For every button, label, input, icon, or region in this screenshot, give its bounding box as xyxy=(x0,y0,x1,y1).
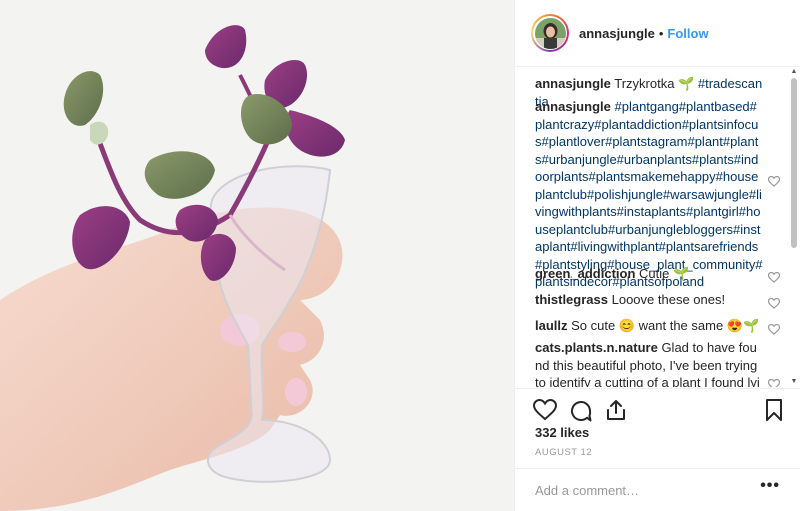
comment-text: Cutie 🌱 xyxy=(639,266,690,281)
comment-hashtags[interactable]: #plantgang#plantbased#plantcrazy#plantad… xyxy=(535,99,763,289)
more-options-icon[interactable]: ••• xyxy=(760,477,780,495)
comment-like-icon[interactable] xyxy=(767,377,781,387)
separator-dot: • xyxy=(658,25,664,41)
scroll-up-arrow[interactable]: ▲ xyxy=(790,68,798,76)
comment-username[interactable]: annasjungle xyxy=(535,76,611,91)
post-sidebar: annasjungle • Follow annasjungle Trzykro… xyxy=(514,0,800,511)
comment-input[interactable]: Add a comment… xyxy=(535,483,639,498)
comment-text: Looove these ones! xyxy=(611,292,726,307)
comment-text: Trzykrotka 🌱 xyxy=(614,76,695,91)
avatar-image xyxy=(534,17,566,49)
bookmark-icon[interactable] xyxy=(765,399,783,426)
post-date[interactable]: AUGUST 12 xyxy=(535,447,592,458)
comment-like-icon[interactable] xyxy=(767,174,781,187)
heart-icon[interactable] xyxy=(532,398,558,426)
comment-row: cats.plants.n.nature Glad to have found … xyxy=(515,339,800,387)
avatar[interactable] xyxy=(531,14,569,52)
comment-icon[interactable] xyxy=(569,399,593,428)
plant-in-glass-image xyxy=(0,25,345,511)
comment-row: green_addiction Cutie 🌱 xyxy=(515,265,800,283)
comment-username[interactable]: annasjungle xyxy=(535,99,611,114)
like-count[interactable]: 332 likes xyxy=(535,425,589,440)
comments-scrollbar[interactable]: ▲ ▼ xyxy=(790,68,798,386)
comment-like-icon[interactable] xyxy=(767,296,781,309)
avatar-frame xyxy=(533,16,567,50)
comment-row: laullz So cute 😊 want the same 😍🌱 xyxy=(515,317,800,335)
header-username[interactable]: annasjungle xyxy=(579,26,655,41)
add-comment-bar: Add a comment… ••• xyxy=(515,468,800,511)
comment-row: thistlegrass Looove these ones! xyxy=(515,291,800,309)
post-header: annasjungle • Follow xyxy=(515,0,800,67)
scroll-thumb[interactable] xyxy=(791,78,797,248)
comment-username[interactable]: laullz xyxy=(535,318,568,333)
scroll-down-arrow[interactable]: ▼ xyxy=(790,378,798,386)
comment-username[interactable]: green_addiction xyxy=(535,266,635,281)
comment-row: annasjungle #plantgang#plantbased#plantc… xyxy=(515,98,800,291)
instagram-post: annasjungle • Follow annasjungle Trzykro… xyxy=(0,0,800,511)
comment-text: So cute 😊 want the same 😍🌱 xyxy=(571,318,760,333)
comment-username[interactable]: thistlegrass xyxy=(535,292,608,307)
comment-username[interactable]: cats.plants.n.nature xyxy=(535,340,658,355)
comments-list[interactable]: annasjungle Trzykrotka 🌱 #tradescantia an… xyxy=(515,67,800,387)
share-icon[interactable] xyxy=(605,399,627,426)
post-photo[interactable] xyxy=(0,0,514,511)
comment-like-icon[interactable] xyxy=(767,270,781,283)
comment-like-icon[interactable] xyxy=(767,322,781,335)
follow-button[interactable]: Follow xyxy=(667,26,708,41)
